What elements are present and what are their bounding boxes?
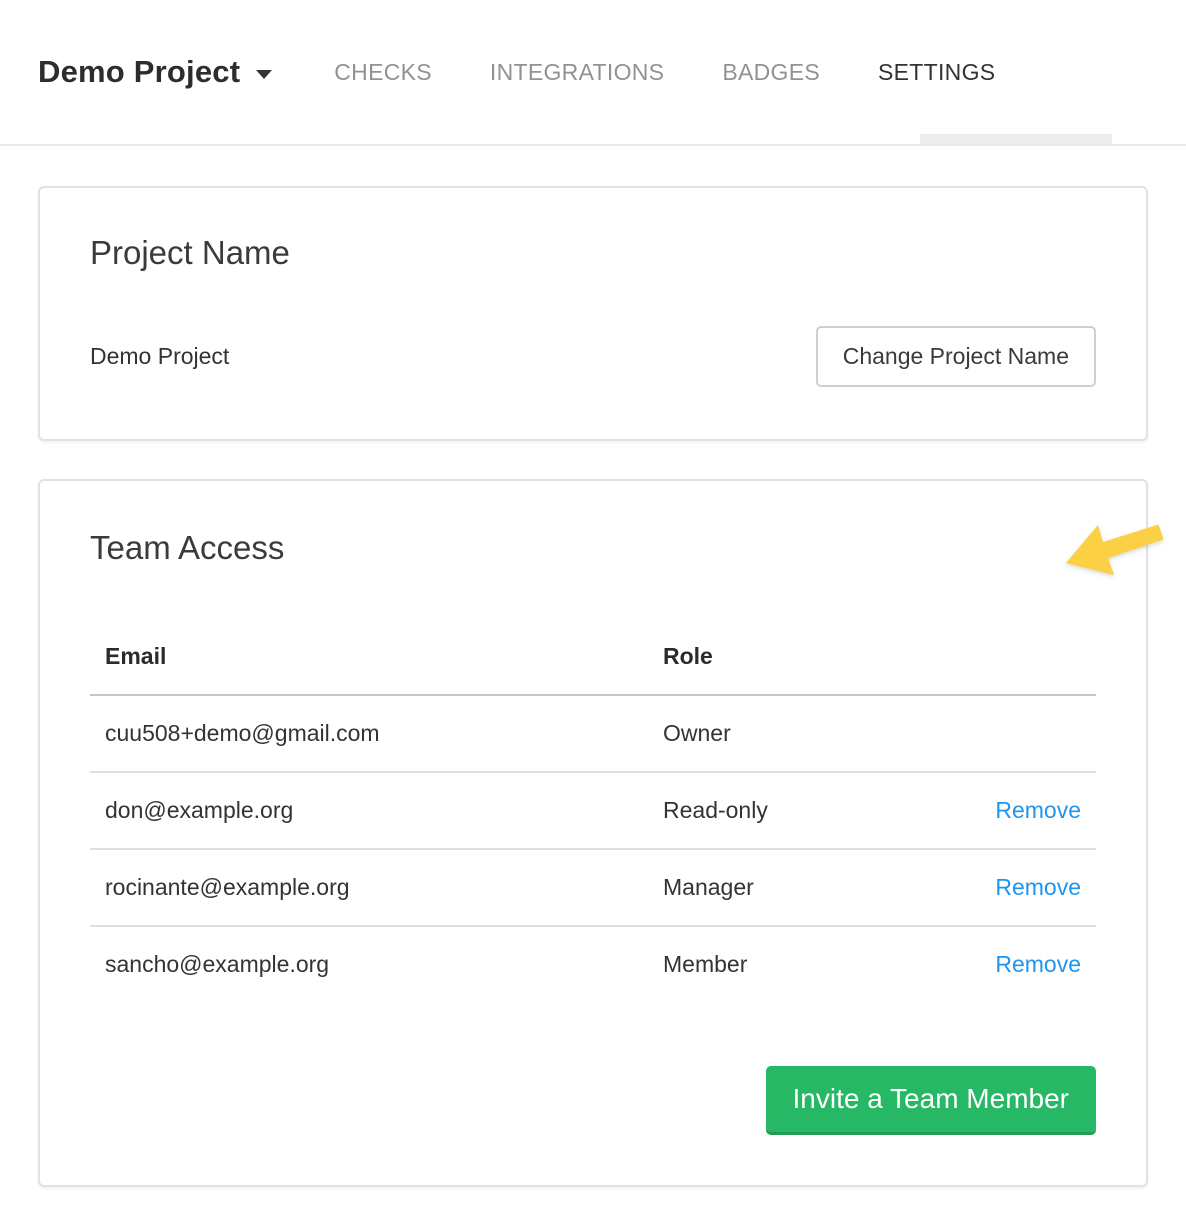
- team-access-title: Team Access: [90, 529, 1096, 567]
- remove-member-link[interactable]: Remove: [995, 797, 1081, 823]
- member-role: Owner: [648, 695, 963, 772]
- member-actions: Remove: [963, 926, 1096, 1002]
- column-header-role: Role: [648, 623, 963, 695]
- member-email: rocinante@example.org: [90, 849, 648, 926]
- remove-member-link[interactable]: Remove: [995, 951, 1081, 977]
- tab-checks[interactable]: CHECKS: [334, 59, 432, 86]
- member-role: Read-only: [648, 772, 963, 849]
- member-actions: Remove: [963, 849, 1096, 926]
- chevron-down-icon: [256, 70, 272, 79]
- table-row: sancho@example.org Member Remove: [90, 926, 1096, 1002]
- change-project-name-button[interactable]: Change Project Name: [816, 326, 1096, 387]
- team-members-table: Email Role cuu508+demo@gmail.com Owner d…: [90, 623, 1096, 1002]
- invite-team-member-button[interactable]: Invite a Team Member: [766, 1066, 1097, 1135]
- table-header-row: Email Role: [90, 623, 1096, 695]
- member-actions: Remove: [963, 772, 1096, 849]
- member-email: cuu508+demo@gmail.com: [90, 695, 648, 772]
- remove-member-link[interactable]: Remove: [995, 874, 1081, 900]
- tab-integrations[interactable]: INTEGRATIONS: [490, 59, 664, 86]
- table-row: don@example.org Read-only Remove: [90, 772, 1096, 849]
- table-row: rocinante@example.org Manager Remove: [90, 849, 1096, 926]
- settings-page: Project Name Demo Project Change Project…: [0, 186, 1186, 1187]
- member-actions: [963, 695, 1096, 772]
- project-switcher-label: Demo Project: [38, 54, 240, 90]
- column-header-email: Email: [90, 623, 648, 695]
- invite-row: Invite a Team Member: [90, 1066, 1096, 1135]
- tab-badges[interactable]: BADGES: [722, 59, 820, 86]
- project-name-value: Demo Project: [90, 343, 229, 370]
- project-name-title: Project Name: [90, 234, 1096, 272]
- project-switcher[interactable]: Demo Project: [38, 54, 272, 90]
- member-role: Manager: [648, 849, 963, 926]
- top-nav: Demo Project CHECKS INTEGRATIONS BADGES …: [0, 0, 1186, 146]
- active-tab-indicator: [920, 134, 1112, 144]
- team-access-card: Team Access Email Role cuu508+demo@gmail…: [38, 479, 1148, 1187]
- member-email: don@example.org: [90, 772, 648, 849]
- column-header-actions: [963, 623, 1096, 695]
- tab-settings[interactable]: SETTINGS: [878, 59, 995, 86]
- project-name-card: Project Name Demo Project Change Project…: [38, 186, 1148, 441]
- project-tabs: CHECKS INTEGRATIONS BADGES SETTINGS: [334, 59, 995, 86]
- member-email: sancho@example.org: [90, 926, 648, 1002]
- member-role: Member: [648, 926, 963, 1002]
- table-row: cuu508+demo@gmail.com Owner: [90, 695, 1096, 772]
- project-name-row: Demo Project Change Project Name: [90, 326, 1096, 387]
